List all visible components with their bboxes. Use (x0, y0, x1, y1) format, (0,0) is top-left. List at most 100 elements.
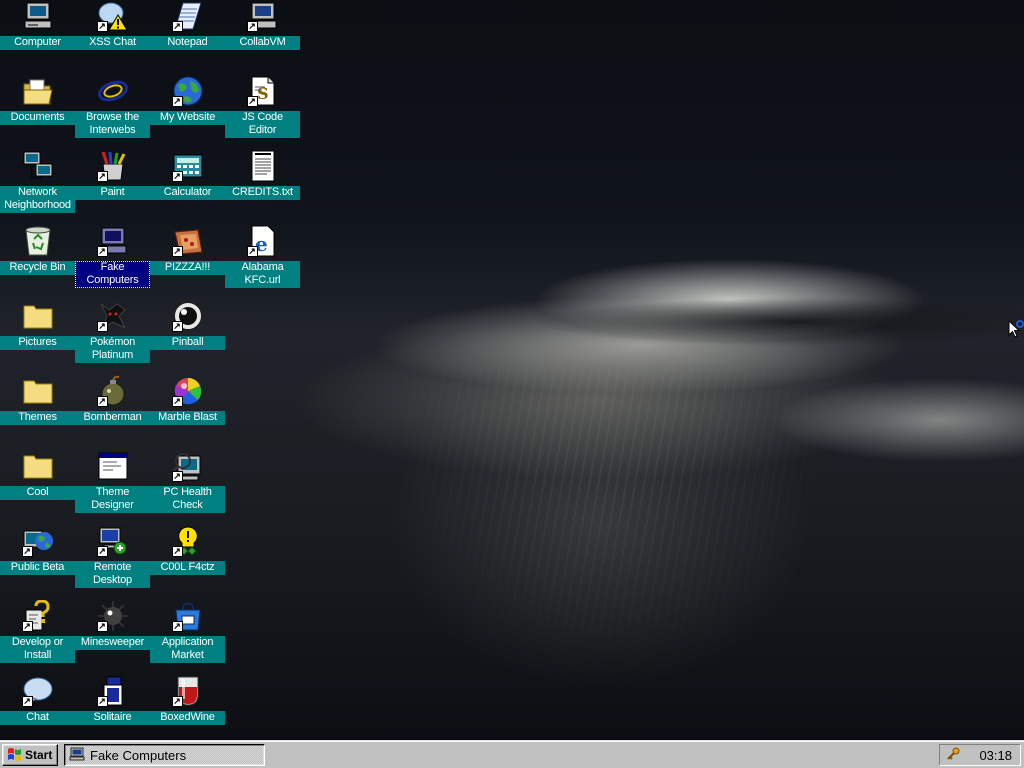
app-market-icon: ↗ (171, 600, 204, 632)
desktop-icon-bomberman[interactable]: ↗ Bomberman (75, 375, 150, 425)
desktop-icon-my-website[interactable]: ↗ My Website (150, 75, 225, 125)
icon-label: Public Beta (0, 561, 75, 575)
desktop-icon-documents[interactable]: Documents (0, 75, 75, 125)
wallpaper-light-rays (380, 370, 840, 670)
pizza-icon: ↗ (171, 225, 204, 257)
computer-icon: ↗ (96, 225, 129, 257)
folder-icon (22, 300, 54, 332)
desktop-icon-paint[interactable]: ↗ Paint (75, 150, 150, 200)
public-beta-icon: ↗ (21, 525, 54, 557)
shortcut-arrow-icon: ↗ (96, 546, 108, 557)
desktop-icon-chat[interactable]: ↗ Chat (0, 675, 75, 725)
desktop-icon-themes[interactable]: Themes (0, 375, 75, 425)
icon-label: PIZZZA!!! (150, 261, 225, 275)
icon-label: Alabama KFC.url (225, 261, 300, 288)
paint-icon: ↗ (96, 150, 129, 182)
shortcut-arrow-icon: ↗ (96, 696, 108, 707)
icon-label: Paint (75, 186, 150, 200)
shortcut-arrow-icon: ↗ (246, 21, 258, 32)
shortcut-arrow-icon: ↗ (96, 321, 108, 332)
taskbar-button-fake-computers[interactable]: Fake Computers (64, 744, 265, 766)
shortcut-arrow-icon: ↗ (171, 396, 183, 407)
busy-cursor-icon (1008, 319, 1024, 343)
system-tray: 03:18 (939, 744, 1021, 766)
desktop-icon-cool[interactable]: Cool (0, 450, 75, 500)
icon-label: Theme Designer (75, 486, 150, 513)
shortcut-arrow-icon: ↗ (171, 621, 183, 632)
desktop-icon-network-neighborhood[interactable]: Network Neighborhood (0, 150, 75, 213)
start-button[interactable]: Start (2, 744, 58, 766)
desktop-icon-c00l-f4ctz[interactable]: ↗ C00L F4ctz (150, 525, 225, 575)
desktop-icon-credits-txt[interactable]: CREDITS.txt (225, 150, 300, 200)
clock[interactable]: 03:18 (979, 748, 1012, 763)
desktop-icon-calculator[interactable]: ↗ Calculator (150, 150, 225, 200)
desktop-icon-solitaire[interactable]: ↗ Solitaire (75, 675, 150, 725)
text-file-icon (247, 150, 279, 182)
desktop-icon-alabama-kfc-url[interactable]: e ↗ Alabama KFC.url (225, 225, 300, 288)
icon-label: BoxedWine (150, 711, 225, 725)
icon-label: Computer (0, 36, 75, 50)
desktop-icon-js-code-editor[interactable]: S ↗ JS Code Editor (225, 75, 300, 138)
wine-glass-icon: ↗ (171, 675, 204, 707)
desktop-icon-pc-health-check[interactable]: ↗ PC Health Check (150, 450, 225, 513)
icon-label: PC Health Check (150, 486, 225, 513)
code-editor-icon: S ↗ (246, 75, 279, 107)
marble-icon: ↗ (171, 375, 204, 407)
desktop-icon-pizzza[interactable]: ↗ PIZZZA!!! (150, 225, 225, 275)
desktop-icon-pokemon-platinum[interactable]: ↗ Pokémon Platinum (75, 300, 150, 363)
icon-label: Themes (0, 411, 75, 425)
desktop-icon-fake-computers[interactable]: ↗ Fake Computers (75, 225, 150, 288)
icon-label: Minesweeper (75, 636, 150, 650)
bomb-icon: ↗ (96, 375, 129, 407)
shortcut-arrow-icon: ↗ (171, 21, 183, 32)
icon-label: Chat (0, 711, 75, 725)
desktop[interactable]: Computer ↗ XSS Chat ↗ Notepad ↗ CollabVM… (0, 0, 1024, 740)
shortcut-arrow-icon: ↗ (246, 246, 258, 257)
desktop-icon-pinball[interactable]: ↗ Pinball (150, 300, 225, 350)
desktop-icon-remote-desktop[interactable]: ↗ Remote Desktop (75, 525, 150, 588)
shortcut-arrow-icon: ↗ (96, 246, 108, 257)
desktop-icon-boxedwine[interactable]: ↗ BoxedWine (150, 675, 225, 725)
desktop-icon-xss-chat[interactable]: ↗ XSS Chat (75, 0, 150, 50)
taskbar-button-label: Fake Computers (90, 747, 187, 763)
desktop-icon-minesweeper[interactable]: ↗ Minesweeper (75, 600, 150, 650)
icon-label: C00L F4ctz (150, 561, 225, 575)
shortcut-arrow-icon: ↗ (96, 171, 108, 182)
icon-label: Pictures (0, 336, 75, 350)
icon-label: CREDITS.txt (225, 186, 300, 200)
desktop-icon-application-market[interactable]: ↗ Application Market (150, 600, 225, 663)
key-icon[interactable] (946, 747, 960, 764)
icon-label: Browse the Interwebs (75, 111, 150, 138)
network-icon (22, 150, 54, 182)
shortcut-arrow-icon: ↗ (96, 21, 108, 32)
shortcut-arrow-icon: ↗ (171, 546, 183, 557)
computer-icon (22, 0, 54, 32)
desktop-icon-collabvm[interactable]: ↗ CollabVM (225, 0, 300, 50)
shortcut-arrow-icon: ↗ (246, 96, 258, 107)
icon-label: Pokémon Platinum (75, 336, 150, 363)
desktop-icon-develop-or-install[interactable]: ↗ Develop or Install (0, 600, 75, 663)
icon-label: Solitaire (75, 711, 150, 725)
windows-logo-icon (7, 747, 23, 764)
icon-label: CollabVM (225, 36, 300, 50)
computer-icon: ↗ (246, 0, 279, 32)
taskbar: Start Fake Computers 03:18 (0, 740, 1024, 768)
pokemon-icon: ↗ (96, 300, 129, 332)
folder-icon (22, 450, 54, 482)
desktop-icon-theme-designer[interactable]: Theme Designer (75, 450, 150, 513)
desktop-icon-browse-the-interwebs[interactable]: Browse the Interwebs (75, 75, 150, 138)
shortcut-arrow-icon: ↗ (21, 546, 33, 557)
icon-label: Marble Blast (150, 411, 225, 425)
desktop-icon-marble-blast[interactable]: ↗ Marble Blast (150, 375, 225, 425)
icon-label: Notepad (150, 36, 225, 50)
desktop-icon-pictures[interactable]: Pictures (0, 300, 75, 350)
desktop-icon-recycle-bin[interactable]: Recycle Bin (0, 225, 75, 275)
notepad-icon: ↗ (171, 0, 204, 32)
desktop-icon-public-beta[interactable]: ↗ Public Beta (0, 525, 75, 575)
globe-icon: ↗ (171, 75, 204, 107)
mine-icon: ↗ (96, 600, 129, 632)
icon-label: XSS Chat (75, 36, 150, 50)
desktop-icon-computer[interactable]: Computer (0, 0, 75, 50)
desktop-icon-notepad[interactable]: ↗ Notepad (150, 0, 225, 50)
icon-label: Pinball (150, 336, 225, 350)
